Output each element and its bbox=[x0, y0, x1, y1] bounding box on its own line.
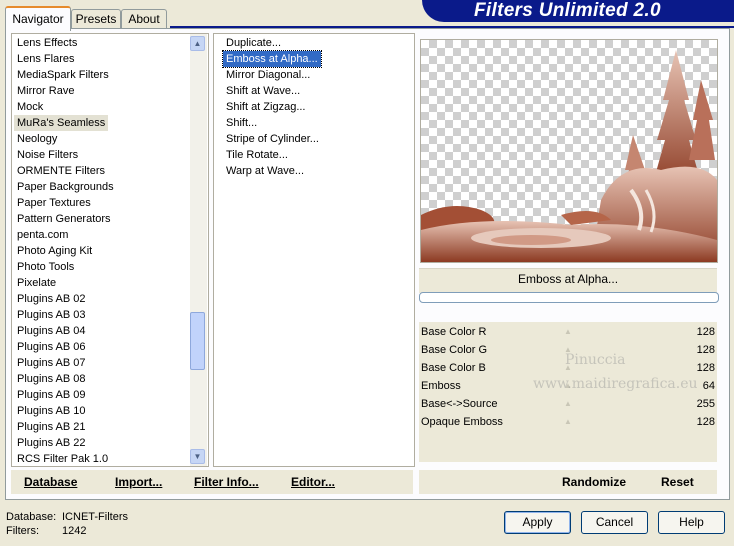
tab-about-label: About bbox=[128, 12, 160, 26]
database-link[interactable]: Database bbox=[24, 475, 77, 489]
reset-link-label: Reset bbox=[661, 475, 694, 489]
tab-presets[interactable]: Presets bbox=[71, 9, 121, 29]
slider-center-marker: ▲ bbox=[564, 327, 572, 336]
watermark-name: Pinuccia bbox=[565, 352, 626, 368]
tab-navigator-label: Navigator bbox=[12, 12, 64, 26]
filters-count-label: Filters: bbox=[6, 525, 39, 537]
filter-info-link-label: Filter Info... bbox=[194, 475, 259, 489]
scroll-down-button[interactable]: ▼ bbox=[190, 449, 205, 464]
category-item[interactable]: Noise Filters bbox=[14, 147, 81, 163]
category-item[interactable]: Plugins AB 08 bbox=[14, 371, 89, 387]
preview-artwork bbox=[421, 50, 717, 262]
category-item[interactable]: Pixelate bbox=[14, 275, 59, 291]
param-label: Base Color B bbox=[421, 362, 486, 374]
filter-item[interactable]: Emboss at Alpha... bbox=[222, 50, 322, 68]
category-item[interactable]: Mock bbox=[14, 99, 46, 115]
param-label: Base Color G bbox=[421, 344, 488, 356]
scroll-thumb[interactable] bbox=[190, 312, 205, 370]
import-link-label: Import... bbox=[115, 475, 163, 489]
tab-presets-label: Presets bbox=[75, 12, 117, 26]
category-item[interactable]: Plugins AB 09 bbox=[14, 387, 89, 403]
param-value: 128 bbox=[696, 416, 715, 428]
category-item[interactable]: MuRa's Seamless bbox=[14, 115, 109, 131]
editor-link-label: Editor... bbox=[291, 475, 336, 489]
category-item[interactable]: Plugins AB 02 bbox=[14, 291, 89, 307]
param-label: Base Color R bbox=[421, 326, 487, 338]
cancel-button-label: Cancel bbox=[595, 515, 634, 529]
filter-item[interactable]: Shift... bbox=[223, 115, 260, 131]
category-item[interactable]: Plugins AB 21 bbox=[14, 419, 89, 435]
category-item[interactable]: Paper Textures bbox=[14, 195, 94, 211]
category-item[interactable]: Pattern Generators bbox=[14, 211, 114, 227]
randomize-link-label: Randomize bbox=[562, 475, 627, 489]
filters-count-value: 1242 bbox=[62, 525, 87, 537]
app-title: Filters Unlimited 2.0 bbox=[474, 0, 661, 21]
filter-item[interactable]: Shift at Zigzag... bbox=[223, 99, 308, 115]
param-slider-row[interactable]: Base<->Source ▲ 255 bbox=[419, 395, 717, 413]
param-label: Base<->Source bbox=[421, 398, 498, 410]
filter-item[interactable]: Tile Rotate... bbox=[223, 147, 291, 163]
category-item[interactable]: penta.com bbox=[14, 227, 71, 243]
import-link[interactable]: Import... bbox=[115, 475, 162, 489]
database-link-label: Database bbox=[24, 475, 78, 489]
apply-button-label: Apply bbox=[522, 515, 553, 529]
randomize-link[interactable]: Randomize bbox=[562, 475, 626, 489]
filter-item[interactable]: Stripe of Cylinder... bbox=[223, 131, 322, 147]
category-item[interactable]: Plugins AB 07 bbox=[14, 355, 89, 371]
filter-item[interactable]: Duplicate... bbox=[223, 35, 284, 51]
filter-item[interactable]: Warp at Wave... bbox=[223, 163, 307, 179]
database-status-value: ICNET-Filters bbox=[62, 511, 128, 523]
filter-list[interactable]: Duplicate... Emboss at Alpha... Mirror Dia… bbox=[213, 33, 415, 467]
cancel-button[interactable]: Cancel bbox=[581, 511, 648, 534]
slider-center-marker: ▲ bbox=[564, 399, 572, 408]
param-slider-row[interactable]: Opaque Emboss ▲ 128 bbox=[419, 413, 717, 431]
filter-item[interactable]: Mirror Diagonal... bbox=[223, 67, 313, 83]
filters-unlimited-dialog: { "tabs": [ {"label": "Navigator", "acti… bbox=[0, 0, 734, 546]
category-item[interactable]: Photo Tools bbox=[14, 259, 77, 275]
param-value: 128 bbox=[696, 326, 715, 338]
category-item[interactable]: Photo Aging Kit bbox=[14, 243, 95, 259]
editor-link[interactable]: Editor... bbox=[291, 475, 335, 489]
param-value: 255 bbox=[696, 398, 715, 410]
category-item[interactable]: ORMENTE Filters bbox=[14, 163, 108, 179]
reset-link[interactable]: Reset bbox=[661, 475, 694, 489]
param-slider-row[interactable]: Base Color R ▲ 128 bbox=[419, 323, 717, 341]
category-item[interactable]: MediaSpark Filters bbox=[14, 67, 112, 83]
watermark-url: www.maidiregrafica.eu bbox=[533, 376, 698, 392]
category-item[interactable]: Mirror Rave bbox=[14, 83, 77, 99]
category-item[interactable]: Plugins AB 03 bbox=[14, 307, 89, 323]
tab-about[interactable]: About bbox=[121, 9, 167, 29]
category-list[interactable]: Lens Effects Lens Flares MediaSpark Filter… bbox=[11, 33, 209, 467]
filter-info-link[interactable]: Filter Info... bbox=[194, 475, 259, 489]
param-label: Opaque Emboss bbox=[421, 416, 503, 428]
category-item[interactable]: Plugins AB 04 bbox=[14, 323, 89, 339]
category-item[interactable]: Plugins AB 10 bbox=[14, 403, 89, 419]
progress-bar bbox=[419, 292, 719, 303]
scroll-up-button[interactable]: ▲ bbox=[190, 36, 205, 51]
category-item[interactable]: RCS Filter Pak 1.0 bbox=[14, 451, 111, 467]
preview-image bbox=[420, 39, 718, 263]
preview-filter-name: Emboss at Alpha... bbox=[517, 272, 619, 286]
category-item[interactable]: Plugins AB 06 bbox=[14, 339, 89, 355]
category-item[interactable]: Lens Flares bbox=[14, 51, 77, 67]
app-banner: Filters Unlimited 2.0 bbox=[422, 0, 734, 22]
apply-button[interactable]: Apply bbox=[504, 511, 571, 534]
param-value: 128 bbox=[696, 362, 715, 374]
param-label: Emboss bbox=[421, 380, 461, 392]
param-value: 128 bbox=[696, 344, 715, 356]
category-scrollbar[interactable]: ▲ ▼ bbox=[190, 34, 207, 466]
tab-navigator[interactable]: Navigator bbox=[5, 6, 71, 31]
category-item[interactable]: Paper Backgrounds bbox=[14, 179, 117, 195]
help-button-label: Help bbox=[679, 515, 704, 529]
slider-center-marker: ▲ bbox=[564, 417, 572, 426]
filter-item[interactable]: Shift at Wave... bbox=[223, 83, 303, 99]
database-status-label: Database: bbox=[6, 511, 57, 523]
category-item[interactable]: Plugins AB 22 bbox=[14, 435, 89, 451]
help-button[interactable]: Help bbox=[658, 511, 725, 534]
param-value: 64 bbox=[702, 380, 715, 392]
category-item[interactable]: Lens Effects bbox=[14, 35, 80, 51]
category-item[interactable]: Neology bbox=[14, 131, 60, 147]
